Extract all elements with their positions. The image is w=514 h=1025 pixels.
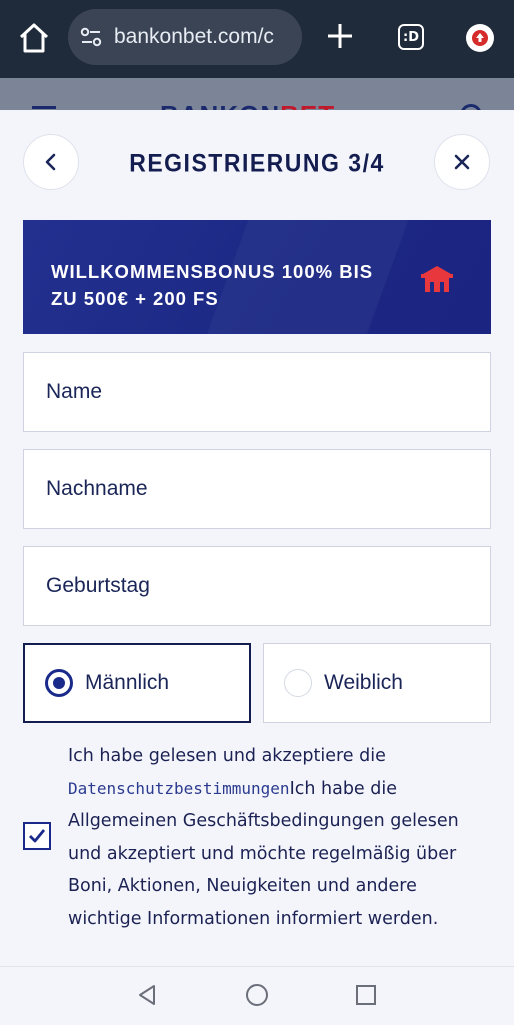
first-name-input[interactable] (23, 352, 491, 432)
nav-home-icon[interactable] (245, 983, 269, 1007)
address-bar[interactable]: bankonbet.com/c (68, 9, 302, 65)
menu-icon[interactable] (32, 106, 56, 109)
page-title: REGISTRIERUNG 3/4 (129, 148, 385, 178)
privacy-policy-link[interactable]: Datenschutzbestimmungen (68, 779, 290, 798)
tab-switcher-button[interactable]: :D (398, 24, 424, 50)
url-text: bankonbet.com/c (114, 25, 274, 48)
nav-recent-apps-icon[interactable] (354, 983, 378, 1007)
new-tab-icon[interactable] (324, 20, 356, 52)
consent-checkbox[interactable] (23, 822, 51, 850)
profile-button[interactable] (466, 24, 494, 52)
gender-female-label: Weiblich (324, 671, 403, 694)
welcome-bonus-banner[interactable]: WILLKOMMENSBONUS 100% BIS ZU 500€ + 200 … (23, 220, 491, 334)
browser-toolbar: bankonbet.com/c :D (0, 0, 514, 78)
system-nav-bar (0, 966, 514, 1025)
home-icon[interactable] (16, 20, 52, 56)
back-button[interactable] (23, 134, 79, 190)
gender-male-option[interactable]: Männlich (23, 643, 251, 723)
last-name-input[interactable] (23, 449, 491, 529)
radio-selected-icon[interactable] (45, 669, 73, 697)
birthday-input[interactable] (23, 546, 491, 626)
chevron-left-icon (45, 153, 56, 171)
registration-modal: REGISTRIERUNG 3/4 WILLKOMMENSBONUS 100% … (0, 110, 514, 966)
close-icon (454, 154, 470, 170)
checkmark-icon (29, 829, 46, 843)
bonus-text: WILLKOMMENSBONUS 100% BIS ZU 500€ + 200 … (51, 261, 374, 309)
gender-male-label: Männlich (85, 671, 170, 694)
close-button[interactable] (434, 134, 490, 190)
site-header: BANKONBET (0, 78, 514, 112)
site-settings-icon[interactable] (78, 24, 104, 50)
nav-back-icon[interactable] (135, 983, 159, 1007)
gender-female-option[interactable]: Weiblich (263, 643, 491, 723)
radio-unselected-icon[interactable] (284, 669, 312, 697)
casino-building-icon (421, 266, 453, 292)
consent-text: Ich habe gelesen und akzeptiere die Date… (68, 746, 459, 929)
update-arrow-icon (472, 30, 488, 46)
